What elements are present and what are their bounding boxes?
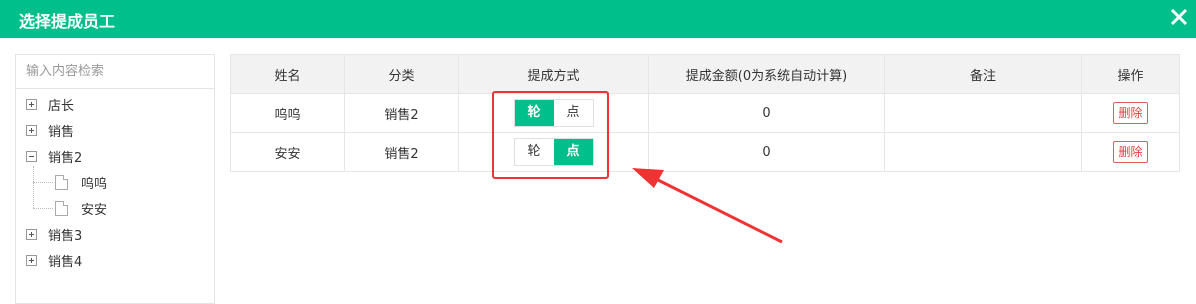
- dialog-titlebar: 选择提成员工: [0, 0, 1196, 38]
- commission-mode-toggle: 轮 点: [513, 99, 594, 127]
- cell-category: 销售2: [344, 93, 459, 133]
- header-category: 分类: [344, 54, 459, 94]
- tree-node-label: 呜呜: [81, 176, 108, 192]
- tree-node-label: 销售3: [48, 228, 83, 244]
- delete-button[interactable]: 删除: [1113, 102, 1148, 124]
- tree-node-xiaoshou2[interactable]: 销售2: [26, 145, 82, 167]
- search-input[interactable]: [16, 55, 214, 89]
- cell-note[interactable]: [884, 93, 1082, 133]
- tree-node-label: 店长: [48, 98, 75, 114]
- mode-option-lun[interactable]: 轮: [514, 100, 554, 126]
- header-note: 备注: [884, 54, 1082, 94]
- tree-connector: [33, 182, 53, 183]
- tree-leaf-anan[interactable]: 安安: [55, 197, 107, 219]
- cell-action: 删除: [1081, 93, 1180, 133]
- cell-amount[interactable]: 0: [648, 93, 885, 133]
- mode-option-dian[interactable]: 点: [553, 139, 593, 165]
- close-icon[interactable]: [1168, 6, 1190, 28]
- tree-node-xiaoshou3[interactable]: 销售3: [26, 223, 82, 245]
- document-icon: [55, 200, 68, 216]
- cell-category: 销售2: [344, 132, 459, 172]
- header-commission-mode: 提成方式: [458, 54, 649, 94]
- plus-box-icon[interactable]: [26, 98, 37, 110]
- annotation-arrow-icon: [632, 168, 783, 244]
- table-row: 安安 销售2 轮 点 0 删除: [230, 132, 1180, 172]
- tree-node-label: 安安: [81, 202, 108, 218]
- tree-node-label: 销售4: [48, 254, 83, 270]
- tree-connector: [33, 166, 34, 208]
- header-action: 操作: [1081, 54, 1180, 94]
- commission-mode-toggle: 轮 点: [513, 138, 594, 166]
- plus-box-icon[interactable]: [26, 254, 37, 266]
- cell-name: 呜呜: [230, 93, 345, 133]
- cell-amount[interactable]: 0: [648, 132, 885, 172]
- cell-name: 安安: [230, 132, 345, 172]
- header-commission-amount: 提成金额(0为系统自动计算): [648, 54, 885, 94]
- tree-node-xiaoshou[interactable]: 销售: [26, 119, 74, 141]
- table-row: 呜呜 销售2 轮 点 0 删除: [230, 93, 1180, 133]
- table-header-row: 姓名 分类 提成方式 提成金额(0为系统自动计算) 备注 操作: [230, 54, 1180, 94]
- minus-box-icon[interactable]: [26, 150, 37, 162]
- mode-option-dian[interactable]: 点: [554, 100, 593, 126]
- tree-node-label: 销售: [48, 124, 75, 140]
- delete-button[interactable]: 删除: [1113, 141, 1148, 163]
- tree-node-label: 销售2: [48, 150, 83, 166]
- tree-leaf-wuwu[interactable]: 呜呜: [55, 171, 107, 193]
- plus-box-icon[interactable]: [26, 228, 37, 240]
- tree-node-dianzhang[interactable]: 店长: [26, 93, 74, 115]
- dialog-title: 选择提成员工: [19, 12, 116, 31]
- document-icon: [55, 174, 68, 190]
- plus-box-icon[interactable]: [26, 124, 37, 136]
- cell-commission-mode: 轮 点: [458, 93, 649, 133]
- tree-node-xiaoshou4[interactable]: 销售4: [26, 249, 82, 271]
- cell-note[interactable]: [884, 132, 1082, 172]
- selected-employees-table: 姓名 分类 提成方式 提成金额(0为系统自动计算) 备注 操作 呜呜 销售2 轮…: [230, 54, 1180, 172]
- mode-option-lun[interactable]: 轮: [515, 139, 554, 165]
- tree-connector: [33, 208, 53, 209]
- cell-action: 删除: [1081, 132, 1180, 172]
- header-name: 姓名: [230, 54, 345, 94]
- cell-commission-mode: 轮 点: [458, 132, 649, 172]
